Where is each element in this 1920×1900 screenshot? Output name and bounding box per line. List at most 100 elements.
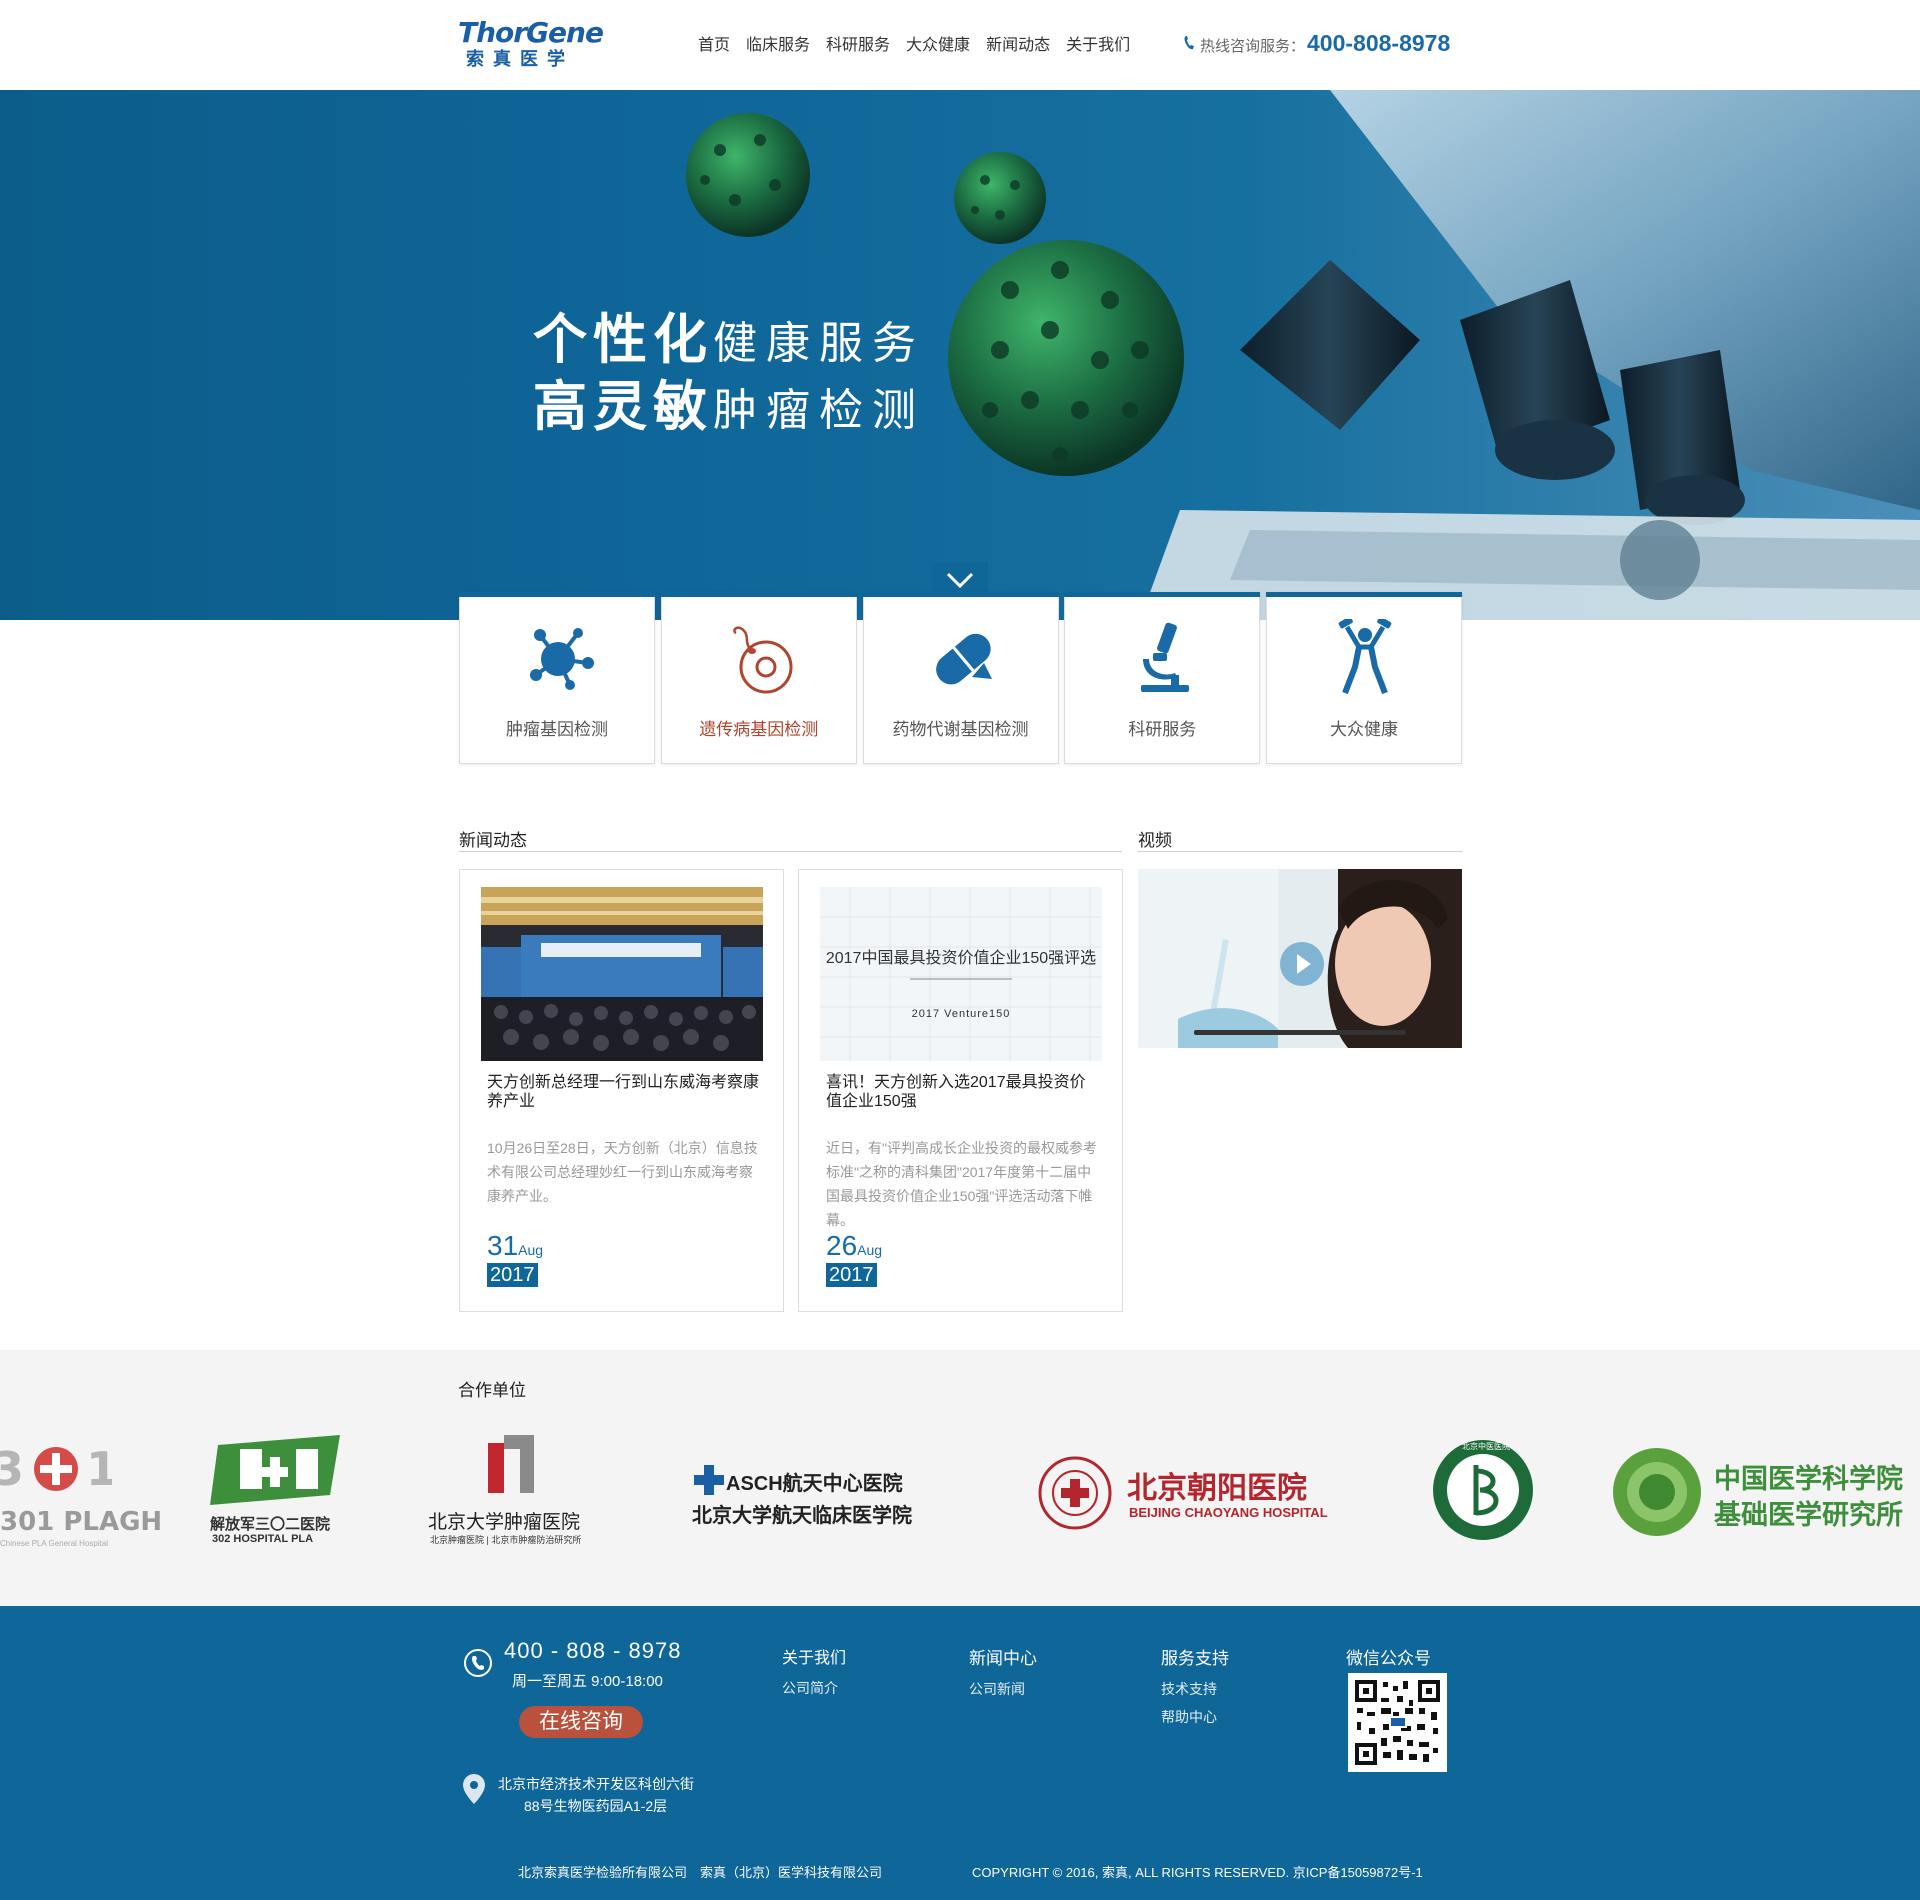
footer-col-title: 微信公众号 <box>1346 1649 1431 1668</box>
footer-col-news: 新闻中心 公司新闻 <box>969 1644 1037 1707</box>
nav-about[interactable]: 关于我们 <box>1058 36 1138 56</box>
partner-name: 北京大学肿瘤医院 <box>428 1512 581 1533</box>
partner-logo-pku-cancer[interactable]: 北京大学肿瘤医院 北京肿瘤医院 | 北京市肿瘤防治研究所 <box>428 1435 598 1555</box>
pill-icon <box>935 633 992 685</box>
pku-cancer-logo <box>488 1435 534 1493</box>
partner-logo-asch[interactable]: ASCH航天中心医院 北京大学航天临床医学院 <box>690 1435 965 1555</box>
news-year: 2017 <box>826 1263 877 1287</box>
partner-name: 中国医学科学院 <box>1714 1464 1903 1495</box>
video-player[interactable] <box>1138 869 1462 1048</box>
service-label: 大众健康 <box>1330 720 1398 739</box>
banner-strong-2: 高灵敏 <box>533 377 713 437</box>
microscope-image <box>1140 90 1920 620</box>
logo-english: ThorGene <box>458 16 604 49</box>
banner-headline-2: 高灵敏肿瘤检测 <box>533 362 925 441</box>
service-research[interactable]: 科研服务 <box>1064 592 1261 764</box>
video-section-title: 视频 <box>1138 831 1172 850</box>
wechat-qr-code[interactable] <box>1348 1673 1447 1772</box>
footer-copyright: COPYRIGHT © 2016, 索真, ALL RIGHTS RESERVE… <box>972 1865 1423 1880</box>
news-headline[interactable]: 喜讯！天方创新入选2017最具投资价值企业150强 <box>826 1073 1101 1111</box>
news-year: 2017 <box>487 1263 538 1287</box>
footer-col-title[interactable]: 新闻中心 <box>969 1644 1037 1669</box>
partners-title: 合作单位 <box>458 1381 526 1400</box>
microscope-icon <box>1141 622 1190 692</box>
svg-text:3: 3 <box>0 1442 24 1496</box>
banner-strong-1: 个性化 <box>533 310 713 370</box>
conference-photo <box>481 887 763 1061</box>
news-day: 26 <box>826 1230 858 1261</box>
footer-hours: 周一至周五 9:00-18:00 <box>512 1673 663 1690</box>
footer-link-company-news[interactable]: 公司新闻 <box>969 1679 1037 1699</box>
service-label: 遗传病基因检测 <box>699 720 819 739</box>
online-consult-button[interactable]: 在线咨询 <box>519 1706 643 1738</box>
news-card[interactable]: 2017中国最具投资价值企业150强评选 2017 Venture150 喜讯！… <box>798 869 1123 1312</box>
news-day: 31 <box>487 1230 519 1261</box>
partner-logo-302[interactable]: 解放军三〇二医院 302 HOSPITAL PLA <box>210 1435 350 1555</box>
news-card[interactable]: 天方创新总经理一行到山东威海考察康养产业 10月26日至28日，天方创新（北京）… <box>459 869 784 1312</box>
footer-company-names: 北京索真医学检验所有限公司 索真（北京）医学科技有限公司 <box>518 1865 883 1880</box>
main-nav: 首页 临床服务 科研服务 大众健康 新闻动态 关于我们 <box>690 36 1138 56</box>
news-headline[interactable]: 天方创新总经理一行到山东威海考察康养产业 <box>487 1073 762 1111</box>
service-genetic[interactable]: 遗传病基因检测 <box>660 592 857 764</box>
sperm-egg-icon <box>732 626 793 694</box>
footer-col-title[interactable]: 服务支持 <box>1161 1644 1229 1669</box>
news-photo-conference[interactable] <box>481 887 763 1061</box>
site-footer: 400 - 808 - 8978 周一至周五 9:00-18:00 在线咨询 北… <box>0 1606 1920 1900</box>
grid-pattern <box>820 887 1102 1061</box>
service-public-health[interactable]: 大众健康 <box>1266 592 1462 764</box>
phone-icon <box>464 1649 492 1677</box>
nav-clinical[interactable]: 临床服务 <box>738 36 818 56</box>
service-tumor[interactable]: 肿瘤基因检测 <box>459 592 655 764</box>
nav-health[interactable]: 大众健康 <box>898 36 978 56</box>
footer-link-company-intro[interactable]: 公司简介 <box>782 1678 846 1698</box>
partner-name: ASCH航天中心医院 <box>726 1473 903 1495</box>
news-date: 26Aug 2017 <box>826 1231 882 1287</box>
partner-logo-chaoyang[interactable]: 北京朝阳医院 BEIJING CHAOYANG HOSPITAL <box>1037 1435 1347 1555</box>
news-photo-award[interactable]: 2017中国最具投资价值企业150强评选 2017 Venture150 <box>820 887 1102 1061</box>
footer-link-tech-support[interactable]: 技术支持 <box>1161 1679 1229 1699</box>
logo-chinese: 索真医学 <box>466 49 574 69</box>
nav-research[interactable]: 科研服务 <box>818 36 898 56</box>
news-divider <box>459 851 1122 852</box>
news-section-title: 新闻动态 <box>459 831 527 850</box>
chaoyang-emblem <box>1038 1456 1112 1530</box>
phone-icon <box>1184 36 1194 50</box>
banner-light-1: 健康服务 <box>713 319 925 368</box>
partner-logo-tcm[interactable]: 北京中医医院 <box>1428 1435 1538 1555</box>
service-label: 药物代谢基因检测 <box>892 720 1029 739</box>
partner-logo-cams[interactable]: 中国医学科学院 基础医学研究所 <box>1610 1435 1920 1555</box>
award-image-title: 2017中国最具投资价值企业150强评选 <box>825 950 1097 967</box>
footer-col-about: 关于我们 公司简介 <box>782 1644 846 1706</box>
thorgene-logo[interactable]: ThorGene 索真医学 <box>458 16 604 72</box>
fitness-icon <box>1338 619 1392 695</box>
video-progress-bar[interactable] <box>1194 1030 1406 1035</box>
video-divider <box>1138 851 1462 852</box>
partner-name: 北京朝阳医院 <box>1127 1471 1307 1506</box>
partner-sub: 基础医学研究所 <box>1714 1500 1903 1531</box>
hospital-302-logo <box>210 1435 340 1505</box>
site-header: ThorGene 索真医学 首页 临床服务 科研服务 大众健康 新闻动态 关于我… <box>0 0 1920 90</box>
nav-news[interactable]: 新闻动态 <box>978 36 1058 56</box>
partner-name: 解放军三〇二医院 <box>210 1516 331 1533</box>
nav-home[interactable]: 首页 <box>690 36 738 56</box>
partner-sub: 北京大学航天临床医学院 <box>692 1505 912 1527</box>
hero-banner: 个性化健康服务 高灵敏肿瘤检测 <box>0 90 1920 620</box>
footer-address-line2: 88号生物医药园A1-2层 <box>524 1798 668 1814</box>
partner-name: 301 PLAGH <box>0 1507 163 1537</box>
service-drug[interactable]: 药物代谢基因检测 <box>862 592 1059 764</box>
footer-col-title[interactable]: 关于我们 <box>782 1644 846 1668</box>
hotline-number[interactable]: 400-808-8978 <box>1307 30 1450 57</box>
partners-section: 合作单位 3 1 301 PLAGH Chinese PLA General H… <box>0 1350 1920 1606</box>
qr-code-icon <box>1353 1678 1442 1767</box>
partner-sub: BEIJING CHAOYANG HOSPITAL <box>1129 1505 1328 1520</box>
footer-link-help-center[interactable]: 帮助中心 <box>1161 1707 1229 1727</box>
partner-logo-301[interactable]: 3 1 301 PLAGH Chinese PLA General Hospit… <box>0 1435 162 1555</box>
molecule-icon <box>530 628 594 690</box>
ibms-emblem <box>1613 1448 1701 1536</box>
svg-text:1: 1 <box>86 1442 112 1496</box>
play-icon[interactable] <box>1280 942 1324 986</box>
news-excerpt: 近日，有"评判高成长企业投资的最权威参考标准"之称的清科集团"2017年度第十二… <box>826 1140 1097 1228</box>
banner-artwork <box>686 90 1920 620</box>
footer-phone[interactable]: 400 - 808 - 8978 <box>504 1638 681 1664</box>
asch-logo <box>694 1465 724 1495</box>
